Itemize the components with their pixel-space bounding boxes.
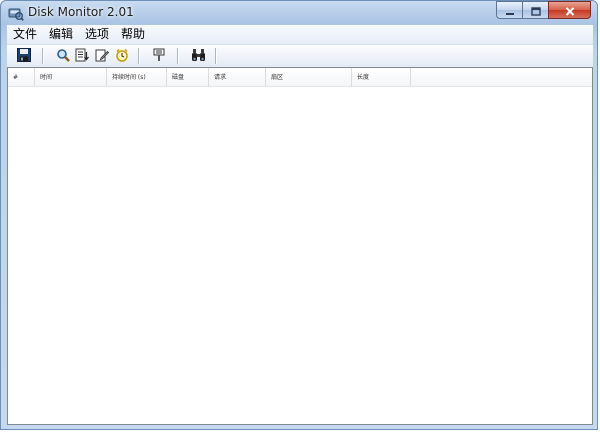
menu-options[interactable]: 选项 [79,25,115,44]
list-body[interactable] [8,87,592,424]
column-header-length[interactable]: 长度 [352,68,411,87]
save-button[interactable] [15,47,33,65]
title-bar[interactable]: Disk Monitor 2.01 [1,1,597,25]
column-header-filler [411,68,592,87]
maximize-button[interactable] [522,1,548,19]
toolbar-separator [177,48,179,64]
capture-button[interactable] [73,47,91,65]
timer-button[interactable] [113,47,131,65]
app-window: Disk Monitor 2.01 文件 编辑 选项 帮助 # 时间 持续时间 … [0,0,598,430]
disk-monitor-icon [8,5,24,21]
find-button[interactable] [189,47,207,65]
menu-file[interactable]: 文件 [7,25,43,44]
minimize-button[interactable] [496,1,522,19]
toolbar-separator [42,48,44,64]
search-button[interactable] [54,47,72,65]
maximize-icon [530,1,541,20]
save-icon [17,47,31,66]
column-header-request[interactable]: 请求 [209,68,266,87]
close-icon [565,1,575,20]
caption-buttons [496,1,591,19]
column-header-disk[interactable]: 磁盘 [167,68,209,87]
minimize-icon [505,1,515,20]
capture-icon [75,47,89,66]
close-button[interactable] [548,1,591,19]
column-header-time[interactable]: 时间 [35,68,107,87]
toolbar [7,44,593,67]
magnifier-icon [56,47,70,66]
menu-help[interactable]: 帮助 [115,25,151,44]
edit-button[interactable] [93,47,111,65]
column-header-sector[interactable]: 扇区 [266,68,352,87]
binoculars-icon [191,47,206,66]
menu-edit[interactable]: 编辑 [43,25,79,44]
edit-icon [95,47,110,66]
column-header-index[interactable]: # [8,68,35,87]
clock-icon [115,47,129,66]
list-header: # 时间 持续时间 (s) 磁盘 请求 扇区 长度 [8,68,592,87]
toolbar-separator [138,48,140,64]
filter-button[interactable] [150,47,168,65]
menu-bar: 文件 编辑 选项 帮助 [7,25,593,44]
filter-icon [152,47,166,66]
toolbar-separator [215,48,217,64]
column-header-duration[interactable]: 持续时间 (s) [107,68,167,87]
window-title: Disk Monitor 2.01 [28,5,134,19]
event-list[interactable]: # 时间 持续时间 (s) 磁盘 请求 扇区 长度 [7,67,593,425]
